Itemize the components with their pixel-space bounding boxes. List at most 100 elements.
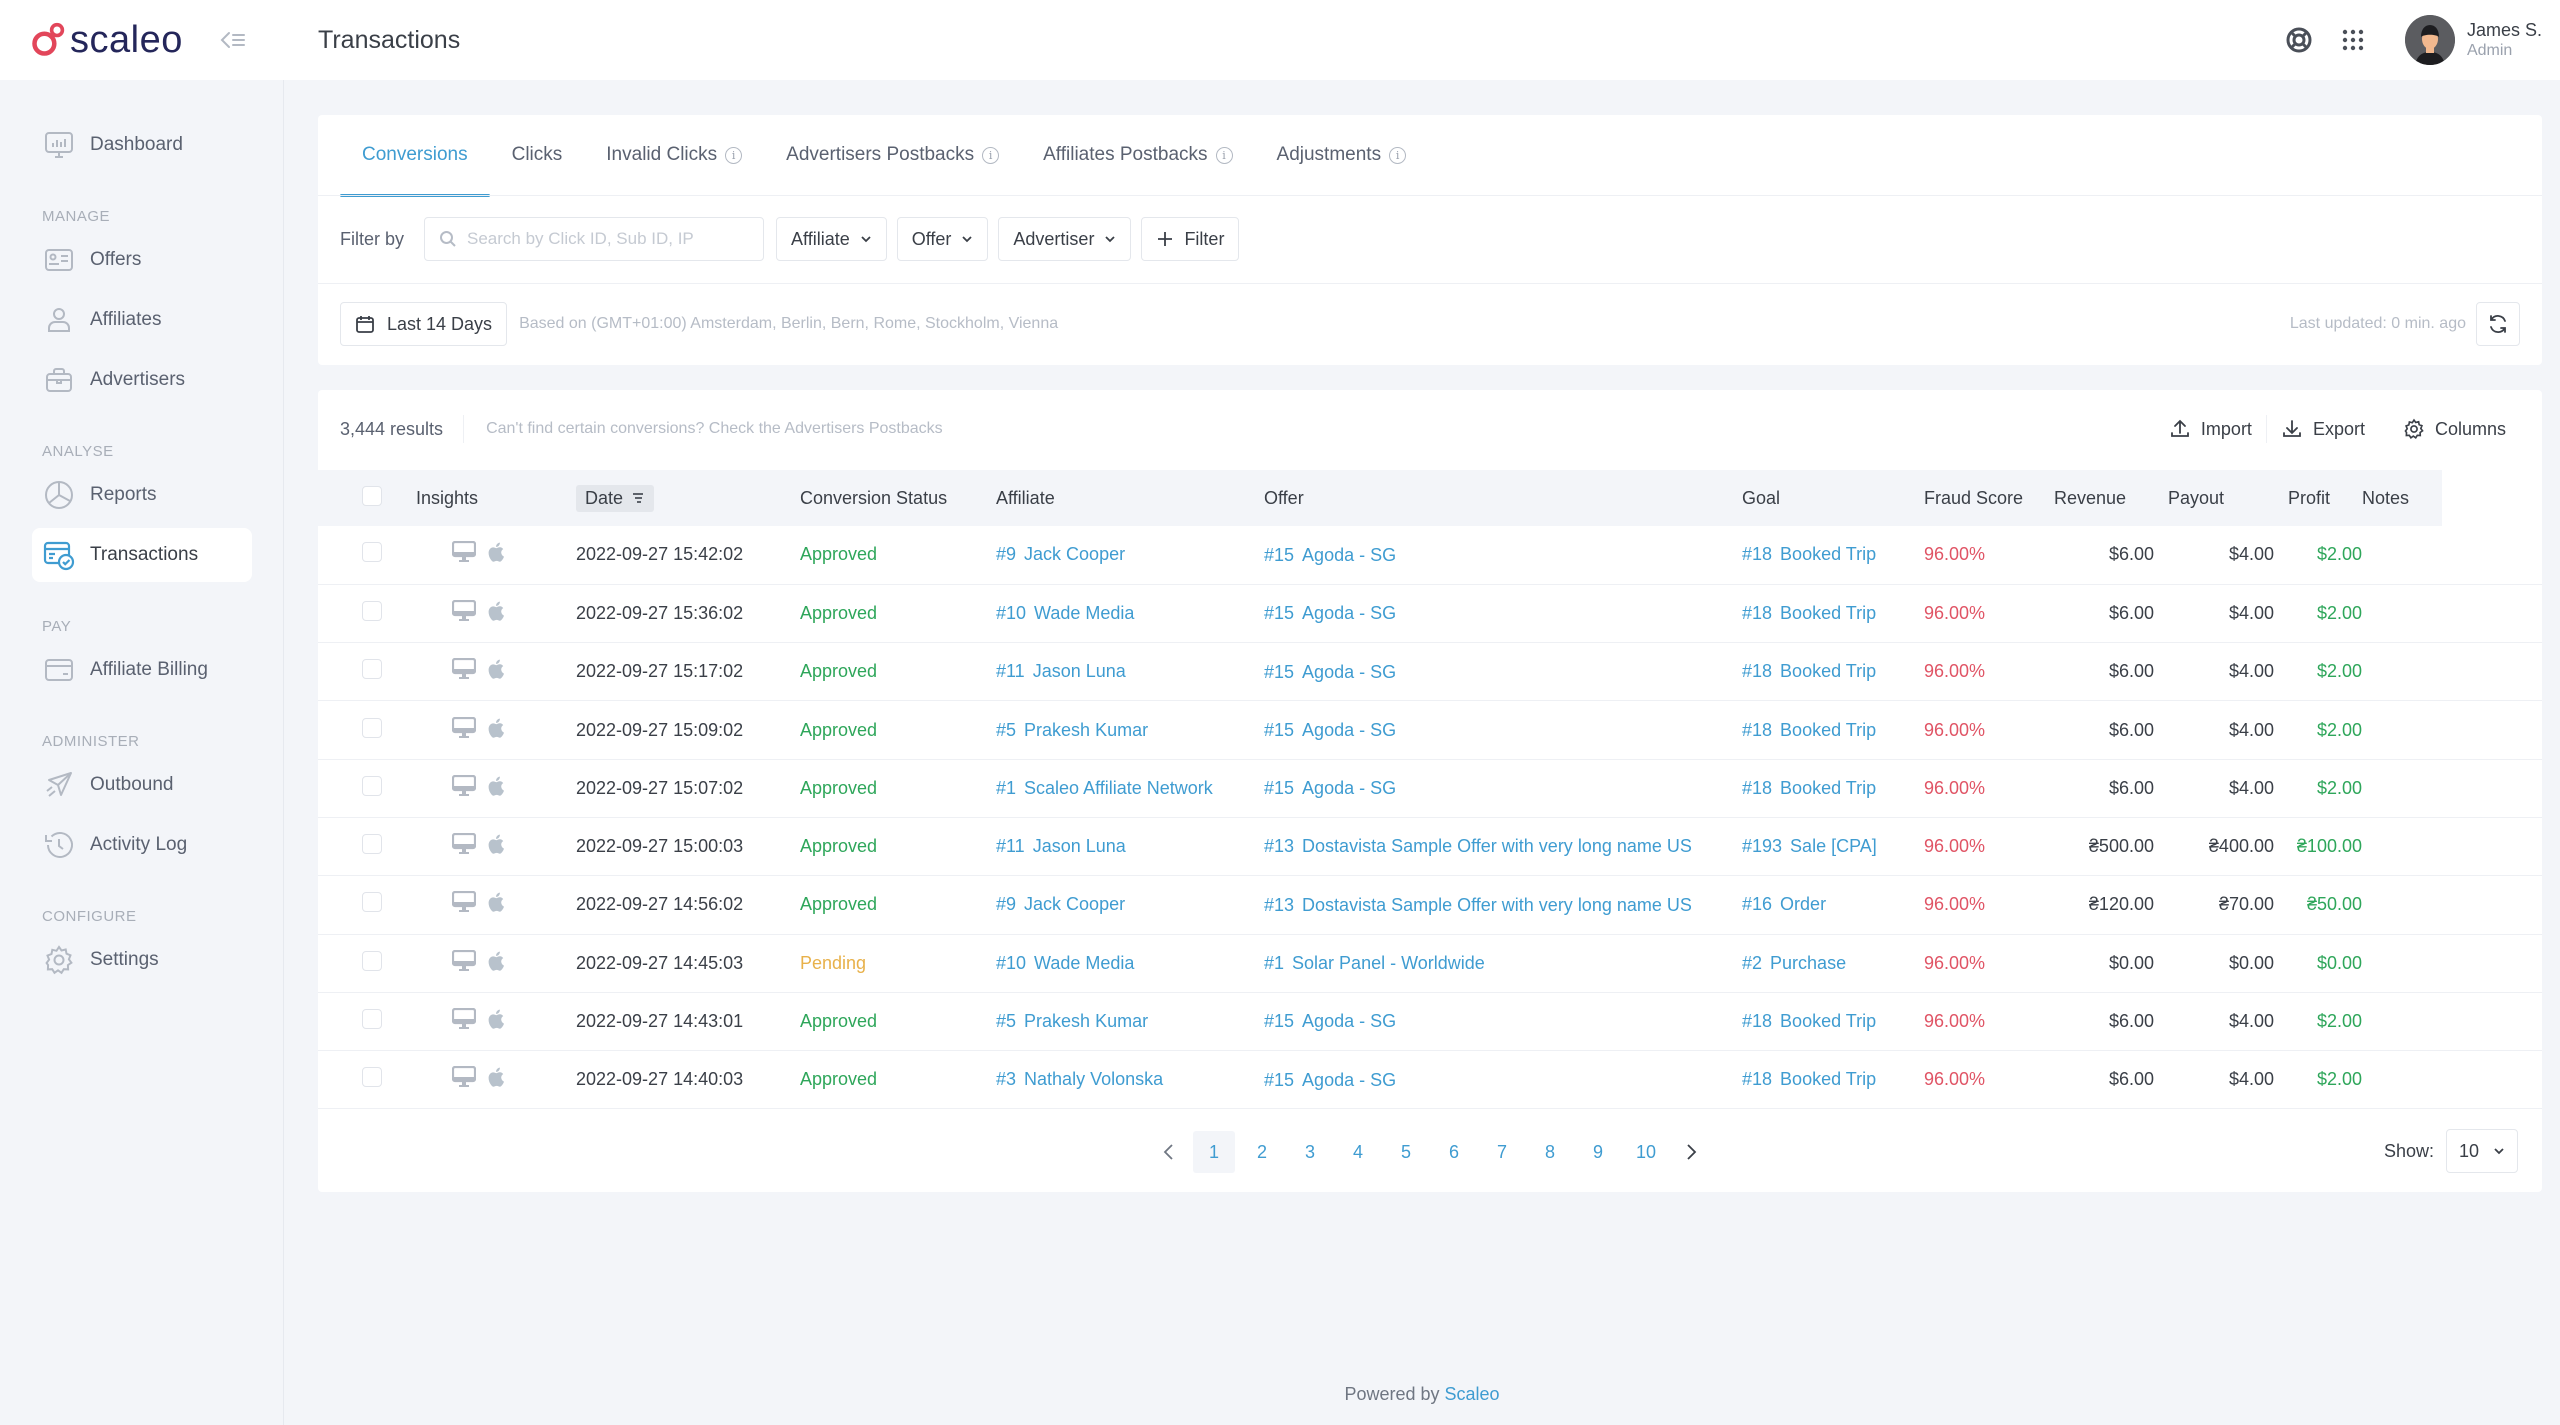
affiliate-link[interactable]: #11 Jason Luna: [996, 661, 1126, 681]
row-checkbox[interactable]: [362, 1009, 382, 1030]
page-button-5[interactable]: 5: [1385, 1131, 1427, 1173]
export-button[interactable]: Export: [2267, 413, 2379, 445]
help-button[interactable]: [2279, 20, 2319, 60]
offer-link[interactable]: #15 Agoda - SG: [1264, 662, 1396, 682]
affiliate-link[interactable]: #3 Nathaly Volonska: [996, 1069, 1163, 1089]
page-button-8[interactable]: 8: [1529, 1131, 1571, 1173]
tab-advertisers-postbacks[interactable]: Advertisers Postbacks i: [764, 115, 1021, 195]
page-button-6[interactable]: 6: [1433, 1131, 1475, 1173]
page-button-3[interactable]: 3: [1289, 1131, 1331, 1173]
page-button-7[interactable]: 7: [1481, 1131, 1523, 1173]
table-row[interactable]: 2022-09-27 14:56:02 Approved #9 Jack Cooper…: [318, 876, 2542, 935]
table-row[interactable]: 2022-09-27 14:43:01 Approved #5 Prakesh Kum…: [318, 992, 2542, 1051]
prev-page-button[interactable]: [1148, 1131, 1190, 1173]
page-scrollbar[interactable]: [2542, 470, 2560, 1120]
table-row[interactable]: 2022-09-27 15:36:02 Approved #10 Wade Media…: [318, 584, 2542, 643]
page-button-2[interactable]: 2: [1241, 1131, 1283, 1173]
tab-conversions[interactable]: Conversions: [340, 115, 490, 197]
import-button[interactable]: Import: [2155, 413, 2266, 445]
sidebar-item-transactions[interactable]: Transactions: [32, 528, 252, 582]
sidebar-item-activity-log[interactable]: Activity Log: [32, 818, 252, 872]
offer-filter-dropdown[interactable]: Offer: [896, 217, 989, 261]
goal-link[interactable]: #2 Purchase: [1742, 953, 1846, 973]
row-checkbox[interactable]: [362, 950, 382, 971]
goal-link[interactable]: #18 Booked Trip: [1742, 1069, 1876, 1089]
table-row[interactable]: 2022-09-27 15:07:02 Approved #1 Scaleo Affi…: [318, 759, 2542, 818]
page-size-select[interactable]: 10: [2445, 1129, 2518, 1173]
row-checkbox[interactable]: [362, 717, 382, 738]
affiliate-link[interactable]: #9 Jack Cooper: [996, 894, 1125, 914]
offer-link[interactable]: #13 Dostavista Sample Offer with very lon…: [1264, 836, 1692, 856]
goal-link[interactable]: #193 Sale [CPA]: [1742, 836, 1877, 856]
goal-link[interactable]: #18 Booked Trip: [1742, 778, 1876, 798]
info-icon[interactable]: i: [982, 146, 1000, 164]
row-checkbox[interactable]: [362, 834, 382, 855]
add-filter-button[interactable]: Filter: [1141, 217, 1240, 261]
sidebar-item-offers[interactable]: Offers: [32, 233, 252, 287]
info-icon[interactable]: i: [1389, 146, 1407, 164]
row-checkbox[interactable]: [362, 775, 382, 796]
user-menu[interactable]: James S. Admin: [2404, 15, 2542, 65]
table-row[interactable]: 2022-09-27 14:40:03 Approved #3 Nathaly Vol…: [318, 1051, 2542, 1109]
goal-link[interactable]: #18 Booked Trip: [1742, 603, 1876, 623]
affiliate-filter-dropdown[interactable]: Affiliate: [776, 217, 887, 261]
table-row[interactable]: 2022-09-27 14:45:03 Pending #10 Wade Media #…: [318, 934, 2542, 993]
goal-link[interactable]: #16 Order: [1742, 894, 1826, 914]
refresh-button[interactable]: [2476, 302, 2520, 346]
sidebar-item-reports[interactable]: Reports: [32, 468, 252, 522]
search-field[interactable]: [424, 217, 765, 261]
collapse-sidebar-button[interactable]: [218, 26, 248, 54]
offer-link[interactable]: #15 Agoda - SG: [1264, 603, 1396, 623]
row-checkbox[interactable]: [362, 542, 382, 563]
row-checkbox[interactable]: [362, 1067, 382, 1088]
page-button-10[interactable]: 10: [1625, 1131, 1667, 1173]
col-date-sort[interactable]: Date: [576, 484, 655, 512]
affiliate-link[interactable]: #5 Prakesh Kumar: [996, 1011, 1148, 1031]
table-row[interactable]: 2022-09-27 15:17:02 Approved #11 Jason Luna…: [318, 643, 2542, 701]
goal-link[interactable]: #18 Booked Trip: [1742, 720, 1876, 740]
offer-link[interactable]: #13 Dostavista Sample Offer with very lon…: [1264, 895, 1692, 915]
scaleo-link[interactable]: Scaleo: [1445, 1384, 1500, 1404]
sidebar-item-advertisers[interactable]: Advertisers: [32, 353, 252, 407]
info-icon[interactable]: i: [725, 146, 743, 164]
date-range-picker[interactable]: Last 14 Days: [340, 302, 508, 346]
info-icon[interactable]: i: [1215, 146, 1233, 164]
affiliate-link[interactable]: #9 Jack Cooper: [996, 544, 1125, 564]
offer-link[interactable]: #15 Agoda - SG: [1264, 1011, 1396, 1031]
search-input[interactable]: [467, 229, 748, 249]
affiliate-link[interactable]: #10 Wade Media: [996, 953, 1134, 973]
row-checkbox[interactable]: [362, 600, 382, 621]
offer-link[interactable]: #15 Agoda - SG: [1264, 1070, 1396, 1090]
tab-adjustments[interactable]: Adjustments i: [1255, 115, 1429, 195]
tab-invalid-clicks[interactable]: Invalid Clicks i: [584, 115, 764, 195]
advertisers-postbacks-hint-link[interactable]: Can't find certain conversions? Check th…: [486, 420, 943, 438]
offer-link[interactable]: #15 Agoda - SG: [1264, 545, 1396, 565]
offer-link[interactable]: #15 Agoda - SG: [1264, 778, 1396, 798]
apps-button[interactable]: [2333, 20, 2373, 60]
logo[interactable]: scaleo: [30, 19, 183, 62]
select-all-checkbox[interactable]: [362, 485, 382, 506]
sidebar-item-affiliates[interactable]: Affiliates: [32, 293, 252, 347]
affiliate-link[interactable]: #5 Prakesh Kumar: [996, 720, 1148, 740]
tab-affiliates-postbacks[interactable]: Affiliates Postbacks i: [1021, 115, 1254, 195]
goal-link[interactable]: #18 Booked Trip: [1742, 661, 1876, 681]
goal-link[interactable]: #18 Booked Trip: [1742, 544, 1876, 564]
next-page-button[interactable]: [1670, 1131, 1712, 1173]
table-row[interactable]: 2022-09-27 15:42:02 Approved #9 Jack Cooper…: [318, 526, 2542, 585]
table-row[interactable]: 2022-09-27 15:09:02 Approved #5 Prakesh Kum…: [318, 701, 2542, 760]
row-checkbox[interactable]: [362, 892, 382, 913]
columns-button[interactable]: Columns: [2389, 413, 2520, 445]
sidebar-item-affiliate-billing[interactable]: Affiliate Billing: [32, 643, 252, 697]
table-row[interactable]: 2022-09-27 15:00:03 Approved #11 Jason Luna…: [318, 817, 2542, 876]
page-button-9[interactable]: 9: [1577, 1131, 1619, 1173]
goal-link[interactable]: #18 Booked Trip: [1742, 1011, 1876, 1031]
sidebar-item-settings[interactable]: Settings: [32, 933, 252, 987]
affiliate-link[interactable]: #1 Scaleo Affiliate Network: [996, 778, 1213, 798]
page-button-1[interactable]: 1: [1193, 1131, 1235, 1173]
advertiser-filter-dropdown[interactable]: Advertiser: [998, 217, 1132, 261]
page-button-4[interactable]: 4: [1337, 1131, 1379, 1173]
sidebar-item-dashboard[interactable]: Dashboard: [32, 118, 252, 172]
tab-clicks[interactable]: Clicks: [490, 115, 585, 195]
row-checkbox[interactable]: [362, 659, 382, 680]
sidebar-item-outbound[interactable]: Outbound: [32, 758, 252, 812]
